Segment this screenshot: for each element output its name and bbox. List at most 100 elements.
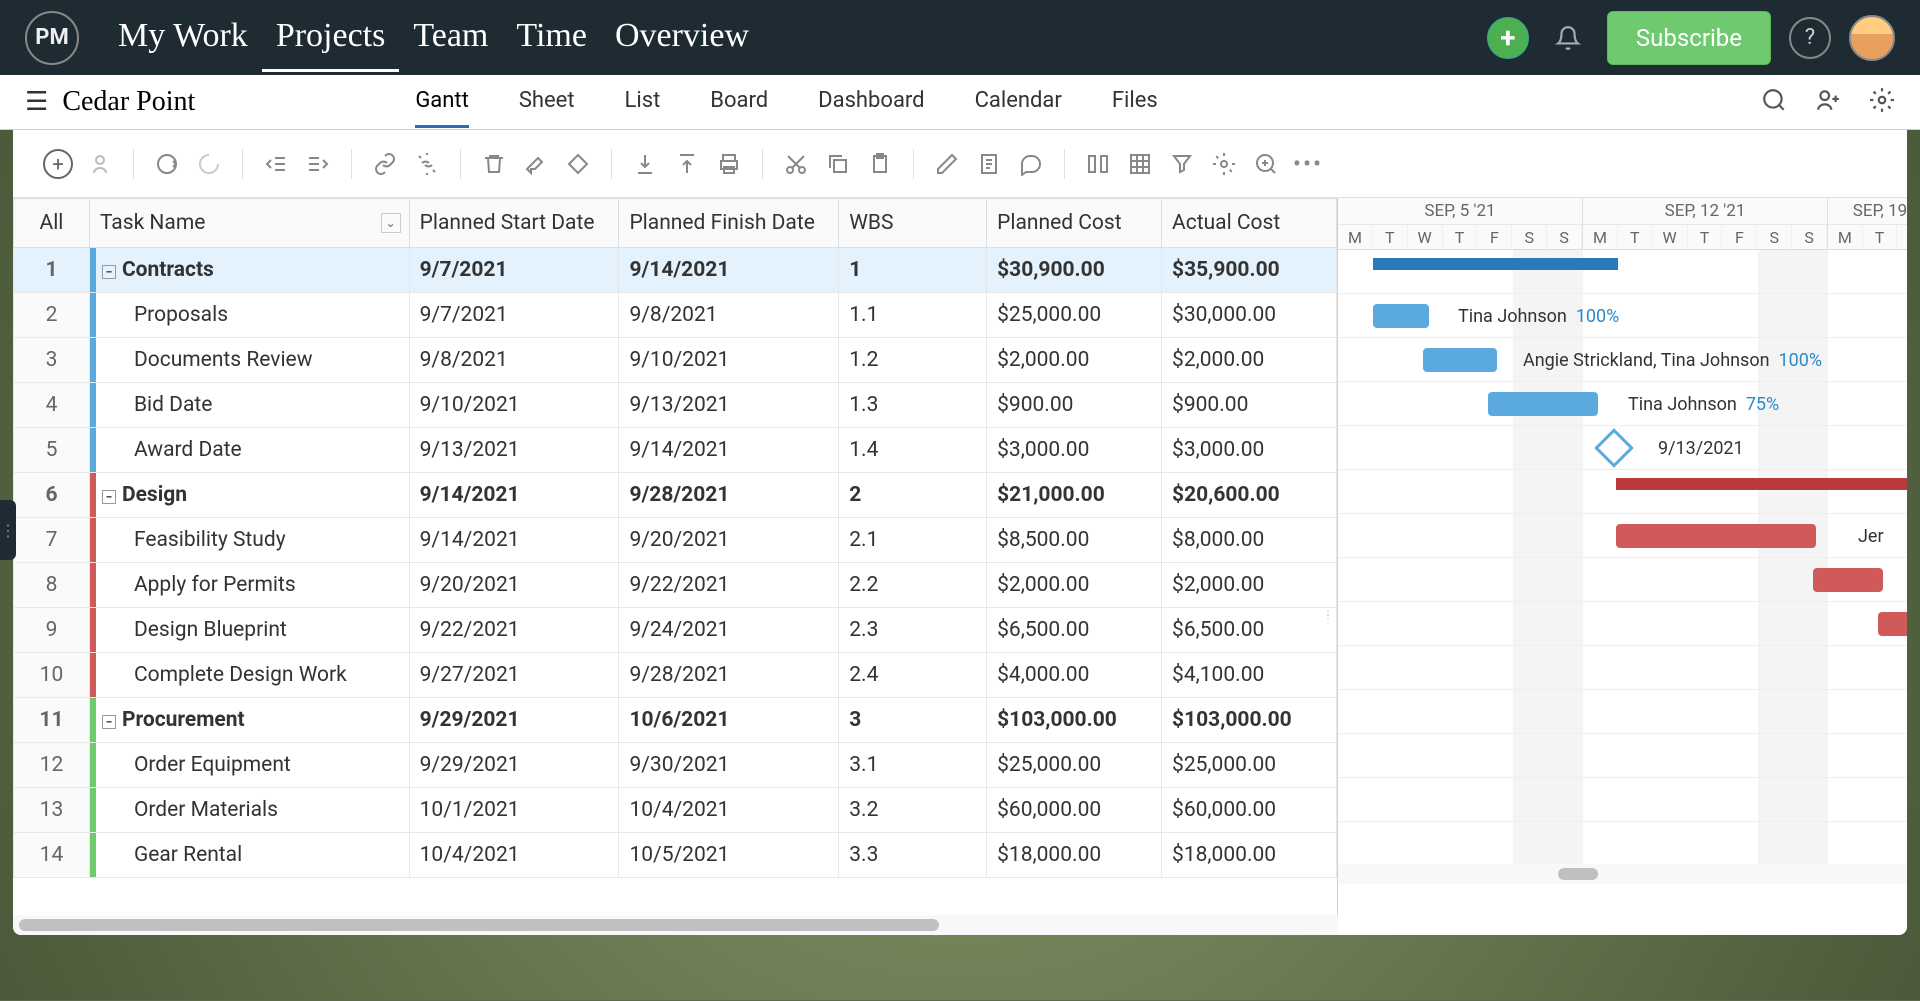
table-row[interactable]: 6 −Design 9/14/2021 9/28/2021 2 $21,000.… [14, 473, 1337, 518]
tab-sheet[interactable]: Sheet [519, 76, 575, 128]
wbs-cell[interactable]: 3.3 [839, 833, 987, 878]
wbs-cell[interactable]: 1.1 [839, 293, 987, 338]
tab-dashboard[interactable]: Dashboard [818, 76, 924, 128]
row-number[interactable]: 11 [14, 698, 90, 743]
nav-team[interactable]: Team [399, 3, 502, 72]
print-icon[interactable] [714, 149, 744, 179]
pcost-cell[interactable]: $25,000.00 [987, 743, 1162, 788]
start-cell[interactable]: 9/20/2021 [409, 563, 619, 608]
acost-cell[interactable]: $35,900.00 [1162, 248, 1337, 293]
table-row[interactable]: 12 Order Equipment 9/29/2021 9/30/2021 3… [14, 743, 1337, 788]
start-cell[interactable]: 9/7/2021 [409, 293, 619, 338]
help-icon[interactable]: ? [1789, 17, 1831, 59]
left-panel-handle[interactable]: ⋮ [0, 500, 16, 560]
redo-icon[interactable] [194, 149, 224, 179]
row-number[interactable]: 13 [14, 788, 90, 833]
table-row[interactable]: 1 −Contracts 9/7/2021 9/14/2021 1 $30,90… [14, 248, 1337, 293]
wbs-cell[interactable]: 2.2 [839, 563, 987, 608]
start-cell[interactable]: 9/8/2021 [409, 338, 619, 383]
tab-files[interactable]: Files [1112, 76, 1158, 128]
task-name-cell[interactable]: Gear Rental [89, 833, 409, 878]
task-name-cell[interactable]: Award Date [89, 428, 409, 473]
wbs-cell[interactable]: 1.2 [839, 338, 987, 383]
collapse-icon[interactable]: − [102, 490, 116, 504]
row-number[interactable]: 10 [14, 653, 90, 698]
import-icon[interactable] [630, 149, 660, 179]
start-cell[interactable]: 10/4/2021 [409, 833, 619, 878]
add-button[interactable]: + [1487, 17, 1529, 59]
acost-cell[interactable]: $103,000.00 [1162, 698, 1337, 743]
pcost-cell[interactable]: $25,000.00 [987, 293, 1162, 338]
edit-icon[interactable] [932, 149, 962, 179]
col-wbs[interactable]: WBS [839, 199, 987, 248]
table-row[interactable]: 9 Design Blueprint 9/22/2021 9/24/2021 2… [14, 608, 1337, 653]
row-number[interactable]: 5 [14, 428, 90, 473]
table-row[interactable]: 11 −Procurement 9/29/2021 10/6/2021 3 $1… [14, 698, 1337, 743]
row-number[interactable]: 8 [14, 563, 90, 608]
task-name-cell[interactable]: Order Materials [89, 788, 409, 833]
finish-cell[interactable]: 9/14/2021 [619, 428, 839, 473]
outdent-icon[interactable] [261, 149, 291, 179]
pcost-cell[interactable]: $30,900.00 [987, 248, 1162, 293]
wbs-cell[interactable]: 3 [839, 698, 987, 743]
start-cell[interactable]: 10/1/2021 [409, 788, 619, 833]
menu-icon[interactable]: ☰ [25, 87, 48, 117]
finish-cell[interactable]: 10/5/2021 [619, 833, 839, 878]
task-name-cell[interactable]: Apply for Permits [89, 563, 409, 608]
row-number[interactable]: 6 [14, 473, 90, 518]
table-row[interactable]: 2 Proposals 9/7/2021 9/8/2021 1.1 $25,00… [14, 293, 1337, 338]
col-finish[interactable]: Planned Finish Date [619, 199, 839, 248]
indent-icon[interactable] [303, 149, 333, 179]
nav-projects[interactable]: Projects [262, 3, 400, 72]
table-row[interactable]: 5 Award Date 9/13/2021 9/14/2021 1.4 $3,… [14, 428, 1337, 473]
pcost-cell[interactable]: $900.00 [987, 383, 1162, 428]
task-name-cell[interactable]: Documents Review [89, 338, 409, 383]
more-icon[interactable]: ••• [1293, 149, 1323, 179]
collapse-icon[interactable]: − [102, 265, 116, 279]
finish-cell[interactable]: 10/4/2021 [619, 788, 839, 833]
acost-cell[interactable]: $900.00 [1162, 383, 1337, 428]
task-name-cell[interactable]: Order Equipment [89, 743, 409, 788]
start-cell[interactable]: 9/7/2021 [409, 248, 619, 293]
row-number[interactable]: 1 [14, 248, 90, 293]
task-name-cell[interactable]: Proposals [89, 293, 409, 338]
row-number[interactable]: 7 [14, 518, 90, 563]
table-row[interactable]: 8 Apply for Permits 9/20/2021 9/22/2021 … [14, 563, 1337, 608]
finish-cell[interactable]: 9/13/2021 [619, 383, 839, 428]
pcost-cell[interactable]: $21,000.00 [987, 473, 1162, 518]
name-dropdown-icon[interactable]: ⌄ [381, 213, 401, 233]
acost-cell[interactable]: $18,000.00 [1162, 833, 1337, 878]
export-icon[interactable] [672, 149, 702, 179]
pcost-cell[interactable]: $2,000.00 [987, 563, 1162, 608]
task-name-cell[interactable]: Design Blueprint [89, 608, 409, 653]
wbs-cell[interactable]: 2.1 [839, 518, 987, 563]
finish-cell[interactable]: 9/28/2021 [619, 473, 839, 518]
acost-cell[interactable]: $60,000.00 [1162, 788, 1337, 833]
tab-gantt[interactable]: Gantt [415, 76, 469, 128]
start-cell[interactable]: 9/29/2021 [409, 743, 619, 788]
task-name-cell[interactable]: −Design [89, 473, 409, 518]
clear-icon[interactable] [521, 149, 551, 179]
row-number[interactable]: 12 [14, 743, 90, 788]
tab-board[interactable]: Board [710, 76, 768, 128]
table-row[interactable]: 4 Bid Date 9/10/2021 9/13/2021 1.3 $900.… [14, 383, 1337, 428]
pcost-cell[interactable]: $4,000.00 [987, 653, 1162, 698]
tab-calendar[interactable]: Calendar [975, 76, 1062, 128]
col-all[interactable]: All [14, 199, 90, 248]
row-number[interactable]: 9 [14, 608, 90, 653]
nav-time[interactable]: Time [502, 3, 601, 72]
wbs-cell[interactable]: 1.3 [839, 383, 987, 428]
filter-icon[interactable] [1167, 149, 1197, 179]
logo[interactable]: PM [25, 11, 79, 65]
wbs-cell[interactable]: 1 [839, 248, 987, 293]
finish-cell[interactable]: 10/6/2021 [619, 698, 839, 743]
table-row[interactable]: 13 Order Materials 10/1/2021 10/4/2021 3… [14, 788, 1337, 833]
start-cell[interactable]: 9/10/2021 [409, 383, 619, 428]
bell-icon[interactable] [1547, 17, 1589, 59]
task-name-cell[interactable]: Bid Date [89, 383, 409, 428]
link-icon[interactable] [370, 149, 400, 179]
finish-cell[interactable]: 9/28/2021 [619, 653, 839, 698]
row-number[interactable]: 4 [14, 383, 90, 428]
start-cell[interactable]: 9/14/2021 [409, 518, 619, 563]
nav-overview[interactable]: Overview [601, 3, 763, 72]
